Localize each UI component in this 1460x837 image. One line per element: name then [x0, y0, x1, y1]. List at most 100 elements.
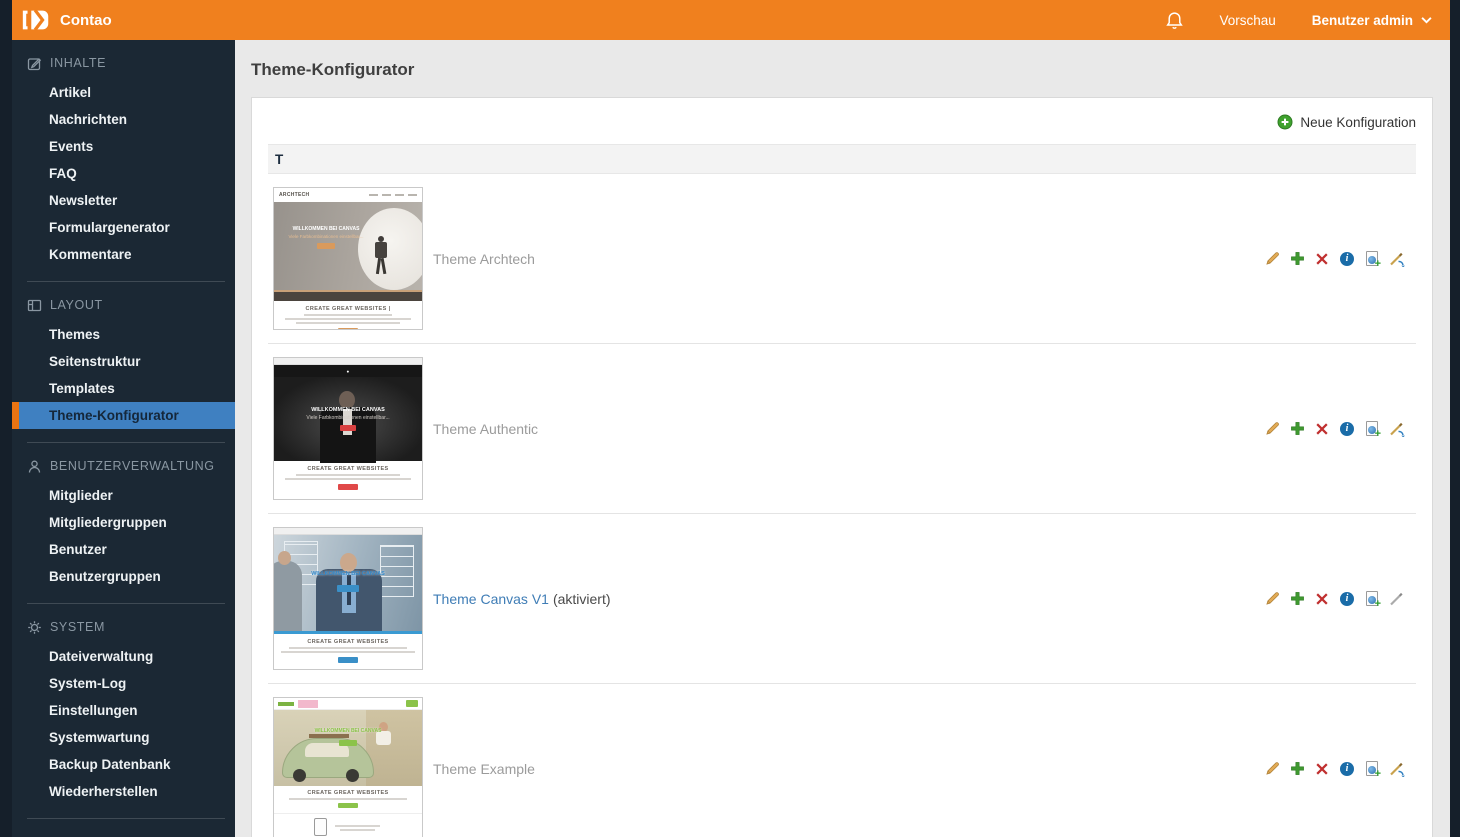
duplicate-icon[interactable]	[1289, 421, 1305, 437]
brand[interactable]: Contao	[20, 8, 112, 32]
panel-header: Neue Konfiguration	[268, 112, 1416, 132]
theme-name: Theme Authentic	[433, 421, 538, 437]
sidebar-item-einstellungen[interactable]: Einstellungen	[12, 697, 235, 724]
wand-icon[interactable]	[1389, 421, 1405, 437]
row-actions: i +	[1264, 251, 1411, 267]
sidebar-divider	[27, 603, 225, 604]
section-label: BENUTZERVERWALTUNG	[50, 459, 215, 473]
section-label: LAYOUT	[50, 298, 103, 312]
page-title: Theme-Konfigurator	[251, 60, 1450, 80]
plus-circle-icon	[1277, 114, 1293, 130]
theme-thumbnail-canvas-v1: WILLKOMMEN BEI CANVAS CREATE GREAT WEBSI…	[273, 527, 423, 670]
sidebar-item-systemwartung[interactable]: Systemwartung	[12, 724, 235, 751]
sidebar-section-layout: LAYOUT Themes Seitenstruktur Templates T…	[12, 296, 235, 443]
section-label: INHALTE	[50, 56, 106, 70]
user-menu[interactable]: Benutzer admin	[1312, 13, 1432, 28]
theme-name: Theme Example	[433, 761, 535, 777]
import-icon[interactable]: +	[1364, 761, 1380, 777]
user-menu-label: Benutzer admin	[1312, 13, 1413, 28]
theme-canvas-link[interactable]: Theme Canvas V1	[433, 591, 549, 607]
row-actions: i +	[1264, 421, 1411, 437]
row-actions: i +	[1264, 591, 1411, 607]
theme-row-example: WILLKOMMEN BEI CANVAS CREATE GREAT WEBSI…	[268, 684, 1416, 837]
sidebar-item-benutzergruppen[interactable]: Benutzergruppen	[12, 563, 235, 590]
duplicate-icon[interactable]	[1289, 591, 1305, 607]
contao-logo-icon	[20, 8, 52, 32]
chevron-down-icon	[1421, 16, 1432, 24]
sidebar-item-mitglieder[interactable]: Mitglieder	[12, 482, 235, 509]
duplicate-icon[interactable]	[1289, 761, 1305, 777]
thumb-brand: ARCHTECH	[279, 192, 309, 198]
sidebar-item-faq[interactable]: FAQ	[12, 160, 235, 187]
sidebar-item-events[interactable]: Events	[12, 133, 235, 160]
sidebar-item-theme-konfigurator[interactable]: Theme-Konfigurator	[12, 402, 235, 429]
theme-thumbnail-example: WILLKOMMEN BEI CANVAS CREATE GREAT WEBSI…	[273, 697, 423, 837]
brand-label: Contao	[60, 12, 112, 29]
delete-icon[interactable]	[1314, 421, 1330, 437]
sidebar-item-system-log[interactable]: System-Log	[12, 670, 235, 697]
sidebar-divider	[27, 442, 225, 443]
info-icon[interactable]: i	[1339, 761, 1355, 777]
theme-row-canvas-v1: WILLKOMMEN BEI CANVAS CREATE GREAT WEBSI…	[268, 514, 1416, 684]
sidebar-section-cts-module: CTS-MODULE	[12, 833, 235, 837]
theme-config-panel: Neue Konfiguration T ARCHTECH WILLKOMMEN…	[251, 97, 1433, 837]
sidebar-item-nachrichten[interactable]: Nachrichten	[12, 106, 235, 133]
sidebar-item-artikel[interactable]: Artikel	[12, 79, 235, 106]
row-actions: i +	[1264, 761, 1411, 777]
wand-icon[interactable]	[1389, 761, 1405, 777]
sidebar-item-mitgliedergruppen[interactable]: Mitgliedergruppen	[12, 509, 235, 536]
theme-thumbnail-authentic: ● WILLKOMMEN BEI CANVAS Viele Farbkombin…	[273, 357, 423, 500]
theme-thumbnail-archtech: ARCHTECH WILLKOMMEN BEI CANVAS Viele Far…	[273, 187, 423, 330]
sidebar-item-kommentare[interactable]: Kommentare	[12, 241, 235, 268]
duplicate-icon[interactable]	[1289, 251, 1305, 267]
sidebar-item-seitenstruktur[interactable]: Seitenstruktur	[12, 348, 235, 375]
delete-icon[interactable]	[1314, 761, 1330, 777]
topbar: Contao Vorschau Benutzer admin	[12, 0, 1450, 40]
sidebar-divider	[27, 818, 225, 819]
layout-icon	[27, 298, 42, 313]
notifications-bell-icon[interactable]	[1166, 11, 1183, 30]
info-icon[interactable]: i	[1339, 421, 1355, 437]
section-label: SYSTEM	[50, 620, 105, 634]
sidebar-section-benutzerverwaltung: BENUTZERVERWALTUNG Mitglieder Mitglieder…	[12, 457, 235, 604]
sidebar-item-wiederherstellen[interactable]: Wiederherstellen	[12, 778, 235, 805]
info-icon[interactable]: i	[1339, 251, 1355, 267]
delete-icon[interactable]	[1314, 591, 1330, 607]
theme-row-archtech: ARCHTECH WILLKOMMEN BEI CANVAS Viele Far…	[268, 174, 1416, 344]
import-icon[interactable]: +	[1364, 591, 1380, 607]
sidebar-item-backup-datenbank[interactable]: Backup Datenbank	[12, 751, 235, 778]
wand-icon[interactable]	[1389, 251, 1405, 267]
import-icon[interactable]: +	[1364, 251, 1380, 267]
group-header: T	[268, 144, 1416, 174]
new-configuration-button[interactable]: Neue Konfiguration	[1277, 114, 1416, 130]
import-icon[interactable]: +	[1364, 421, 1380, 437]
edit-icon[interactable]	[1264, 251, 1280, 267]
sidebar-item-formulargenerator[interactable]: Formulargenerator	[12, 214, 235, 241]
sidebar-section-system: SYSTEM Dateiverwaltung System-Log Einste…	[12, 618, 235, 819]
preview-link[interactable]: Vorschau	[1219, 13, 1275, 28]
main-content: Theme-Konfigurator Neue Konfiguration T	[235, 40, 1450, 837]
user-icon	[27, 459, 42, 474]
screen: Contao Vorschau Benutzer admin	[0, 0, 1460, 837]
gear-icon	[27, 620, 42, 635]
theme-name: Theme Archtech	[433, 251, 535, 267]
sidebar-item-themes[interactable]: Themes	[12, 321, 235, 348]
sidebar-divider	[27, 281, 225, 282]
theme-row-authentic: ● WILLKOMMEN BEI CANVAS Viele Farbkombin…	[268, 344, 1416, 514]
new-configuration-label: Neue Konfiguration	[1300, 115, 1416, 130]
wand-icon-disabled	[1389, 591, 1405, 607]
edit-icon[interactable]	[1264, 761, 1280, 777]
edit-square-icon	[27, 56, 42, 71]
theme-name: Theme Canvas V1(aktiviert)	[433, 591, 611, 607]
sidebar-item-newsletter[interactable]: Newsletter	[12, 187, 235, 214]
sidebar-item-dateiverwaltung[interactable]: Dateiverwaltung	[12, 643, 235, 670]
info-icon[interactable]: i	[1339, 591, 1355, 607]
delete-icon[interactable]	[1314, 251, 1330, 267]
sidebar-section-inhalte: INHALTE Artikel Nachrichten Events FAQ N…	[12, 54, 235, 282]
sidebar-item-templates[interactable]: Templates	[12, 375, 235, 402]
sidebar: INHALTE Artikel Nachrichten Events FAQ N…	[12, 40, 235, 837]
edit-icon[interactable]	[1264, 421, 1280, 437]
sidebar-item-benutzer[interactable]: Benutzer	[12, 536, 235, 563]
edit-icon[interactable]	[1264, 591, 1280, 607]
topbar-right: Vorschau Benutzer admin	[1166, 11, 1432, 30]
